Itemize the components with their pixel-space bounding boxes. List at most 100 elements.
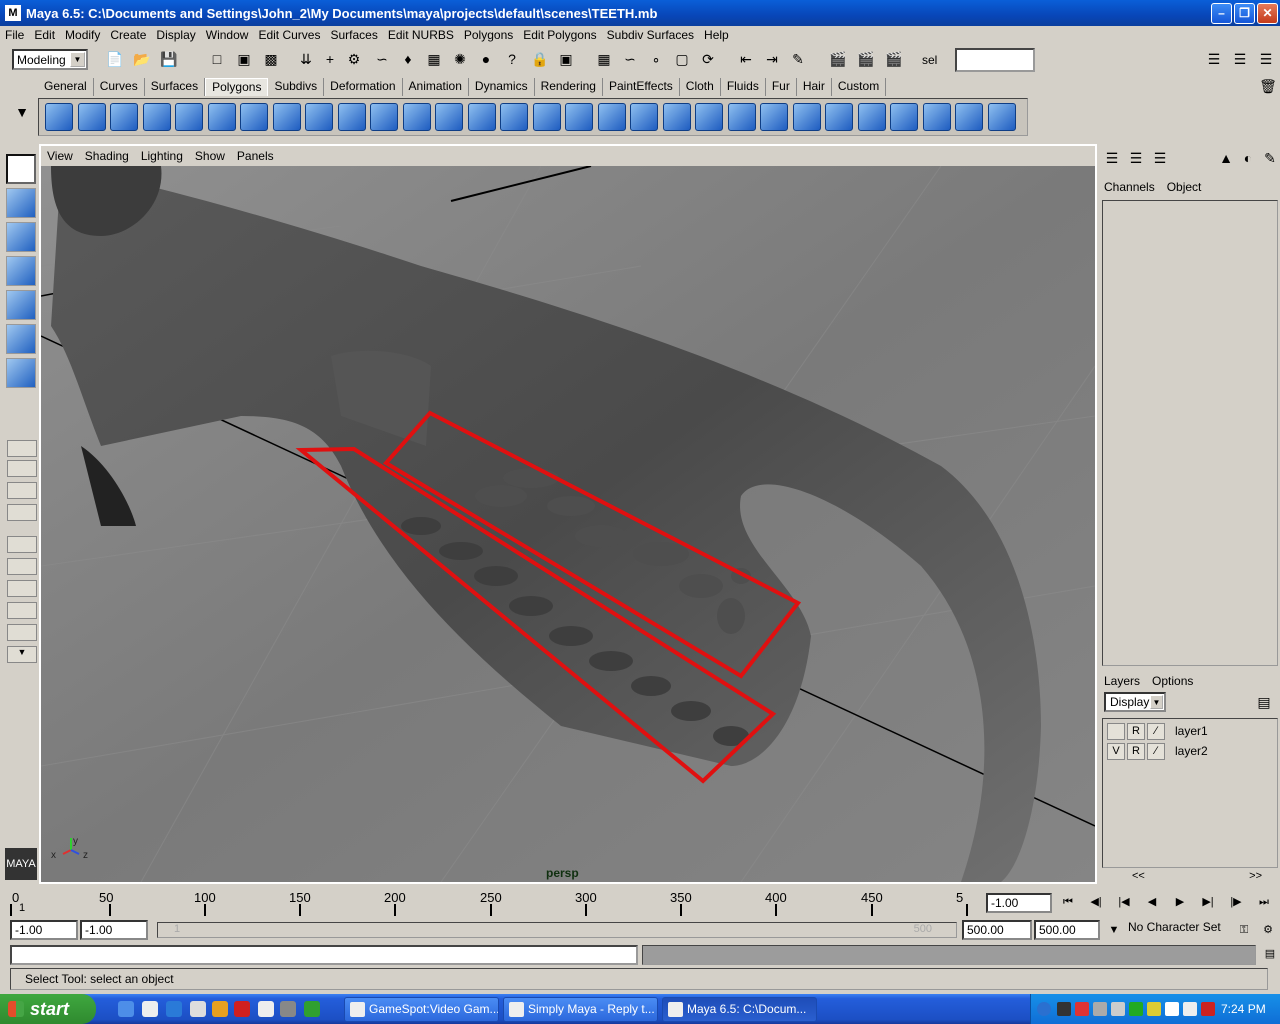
layer-nav-left[interactable]: <<: [1132, 870, 1145, 882]
title-bar[interactable]: M Maya 6.5: C:\Documents and Settings\Jo…: [0, 0, 1280, 26]
split-polygon-icon[interactable]: [467, 103, 496, 131]
show-channel-box-icon[interactable]: ☰: [1256, 49, 1276, 69]
show-manipulator-icon[interactable]: ▲: [1216, 150, 1236, 170]
step-back-key-icon[interactable]: ◀|: [1084, 893, 1108, 911]
menu-edit[interactable]: Edit: [29, 28, 60, 42]
tab-cloth[interactable]: Cloth: [680, 78, 721, 96]
firefox-icon[interactable]: [212, 1001, 228, 1017]
joint-mask-icon[interactable]: ⚙: [344, 49, 364, 69]
layer-name[interactable]: layer1: [1175, 724, 1208, 738]
render-view-icon[interactable]: 🎬: [828, 49, 848, 69]
playback-start-field[interactable]: -1.00: [80, 920, 148, 940]
channel-box[interactable]: [1102, 200, 1278, 666]
persp-uv-layout-icon[interactable]: [7, 624, 37, 641]
channel-box-only-icon[interactable]: ☰: [1126, 150, 1146, 170]
tab-surfaces[interactable]: Surfaces: [145, 78, 206, 96]
surface-mask-icon[interactable]: ♦: [398, 49, 418, 69]
poly-cube-icon[interactable]: [77, 103, 106, 131]
last-tool-icon[interactable]: [6, 358, 36, 388]
curve-mask-icon[interactable]: ∽: [372, 49, 392, 69]
manipulator-tool-icon[interactable]: [6, 324, 36, 354]
menu-edit-curves[interactable]: Edit Curves: [253, 28, 325, 42]
tab-general[interactable]: General: [38, 78, 94, 96]
character-set-label[interactable]: No Character Set: [1128, 920, 1221, 934]
taskbar-button-gamespot[interactable]: GameSpot:Video Gam...: [344, 997, 499, 1022]
select-object-icon[interactable]: ▣: [234, 49, 254, 69]
select-component-icon[interactable]: ▩: [261, 49, 281, 69]
menu-layers[interactable]: Layers: [1104, 674, 1140, 688]
persp-graph-layout-icon[interactable]: [7, 536, 37, 553]
cut-faces-icon[interactable]: [695, 103, 723, 131]
chamfer-vertex-icon[interactable]: [565, 103, 593, 131]
menu-edit-nurbs[interactable]: Edit NURBS: [383, 28, 459, 42]
close-button[interactable]: ✕: [1257, 3, 1278, 24]
menu-surfaces[interactable]: Surfaces: [325, 28, 382, 42]
step-forward-frame-icon[interactable]: ▶|: [1196, 893, 1220, 911]
layer-color-swatch[interactable]: ∕: [1147, 742, 1165, 760]
snap-view-plane-icon[interactable]: ▢: [672, 49, 692, 69]
network-icon[interactable]: [304, 1001, 320, 1017]
planar-mapping-icon[interactable]: [825, 103, 853, 131]
layer-nav-right[interactable]: >>: [1249, 870, 1262, 882]
move-tool-icon[interactable]: [6, 222, 36, 252]
command-line-input[interactable]: [10, 945, 638, 965]
collapse-icon[interactable]: [792, 103, 821, 131]
render-sphere-icon[interactable]: ◐: [1238, 150, 1258, 170]
automatic-mapping-icon[interactable]: [922, 103, 951, 131]
viewport-menu-lighting[interactable]: Lighting: [135, 149, 189, 163]
cylindrical-mapping-icon[interactable]: [857, 103, 886, 131]
maximize-button[interactable]: ❐: [1234, 3, 1255, 24]
tab-fur[interactable]: Fur: [766, 78, 797, 96]
menu-polygons[interactable]: Polygons: [459, 28, 518, 42]
mode-selector[interactable]: Modeling ▼: [12, 49, 88, 70]
misc-mask-icon[interactable]: ?: [502, 49, 522, 69]
select-hierarchy-icon[interactable]: □: [207, 49, 227, 69]
menu-modify[interactable]: Modify: [60, 28, 105, 42]
open-scene-icon[interactable]: 📂: [132, 49, 152, 69]
render-current-icon[interactable]: 🎬: [856, 49, 876, 69]
select-tool-icon[interactable]: [6, 154, 36, 184]
tab-painteffects[interactable]: PaintEffects: [603, 78, 680, 96]
viewport-menu-shading[interactable]: Shading: [79, 149, 135, 163]
tab-rendering[interactable]: Rendering: [535, 78, 603, 96]
start-button[interactable]: start: [0, 994, 96, 1024]
render-settings-icon[interactable]: 🎬: [884, 49, 904, 69]
lasso-tool-icon[interactable]: [6, 188, 36, 218]
mask-icon[interactable]: ⇊: [296, 49, 316, 69]
create-layer-icon[interactable]: ▤: [1254, 694, 1274, 714]
notepad-icon[interactable]: [142, 1001, 158, 1017]
play-forwards-icon[interactable]: ▶: [1168, 893, 1192, 911]
current-frame-field[interactable]: -1.00: [986, 893, 1052, 913]
volume-icon[interactable]: [1129, 1002, 1143, 1016]
wedge-face-icon[interactable]: [532, 103, 561, 131]
menu-file[interactable]: File: [0, 28, 29, 42]
tab-custom[interactable]: Custom: [832, 78, 887, 96]
scene-canvas[interactable]: [41, 166, 1095, 882]
handle-mask-icon[interactable]: +: [320, 49, 340, 69]
smooth-icon[interactable]: [337, 103, 366, 131]
menu-channels[interactable]: Channels: [1104, 180, 1155, 194]
display-icon[interactable]: [1111, 1002, 1125, 1016]
bevel-icon[interactable]: [597, 103, 626, 131]
script-editor-icon[interactable]: ▤: [1258, 945, 1280, 963]
pencil-icon[interactable]: ✎: [1260, 150, 1280, 170]
time-slider[interactable]: 0 50 100 150 200 250 300 350 400 450 5 1: [10, 886, 980, 916]
menu-display[interactable]: Display: [151, 28, 200, 42]
subdiv-proxy-icon[interactable]: [402, 103, 431, 131]
play-backwards-icon[interactable]: ◀: [1140, 893, 1164, 911]
layer-row[interactable]: R ∕ layer1: [1107, 722, 1208, 740]
boolean-icon[interactable]: [370, 103, 398, 131]
app-s-icon[interactable]: [234, 1001, 250, 1017]
maya-quick-icon[interactable]: [258, 1001, 274, 1017]
poly-cone-icon[interactable]: [142, 103, 171, 131]
layer-mode-select[interactable]: Display ▼: [1104, 692, 1166, 712]
new-scene-icon[interactable]: 📄: [105, 49, 125, 69]
internet-explorer-icon[interactable]: [166, 1001, 182, 1017]
show-attribute-editor-icon[interactable]: ☰: [1204, 49, 1224, 69]
menu-window[interactable]: Window: [201, 28, 254, 42]
construction-history-icon[interactable]: ✎: [788, 49, 808, 69]
quadrangulate-icon[interactable]: [760, 103, 788, 131]
layer-color-swatch[interactable]: ∕: [1147, 722, 1165, 740]
snap-curve-icon[interactable]: ∽: [620, 49, 640, 69]
layer-row[interactable]: V R ∕ layer2: [1107, 742, 1208, 760]
